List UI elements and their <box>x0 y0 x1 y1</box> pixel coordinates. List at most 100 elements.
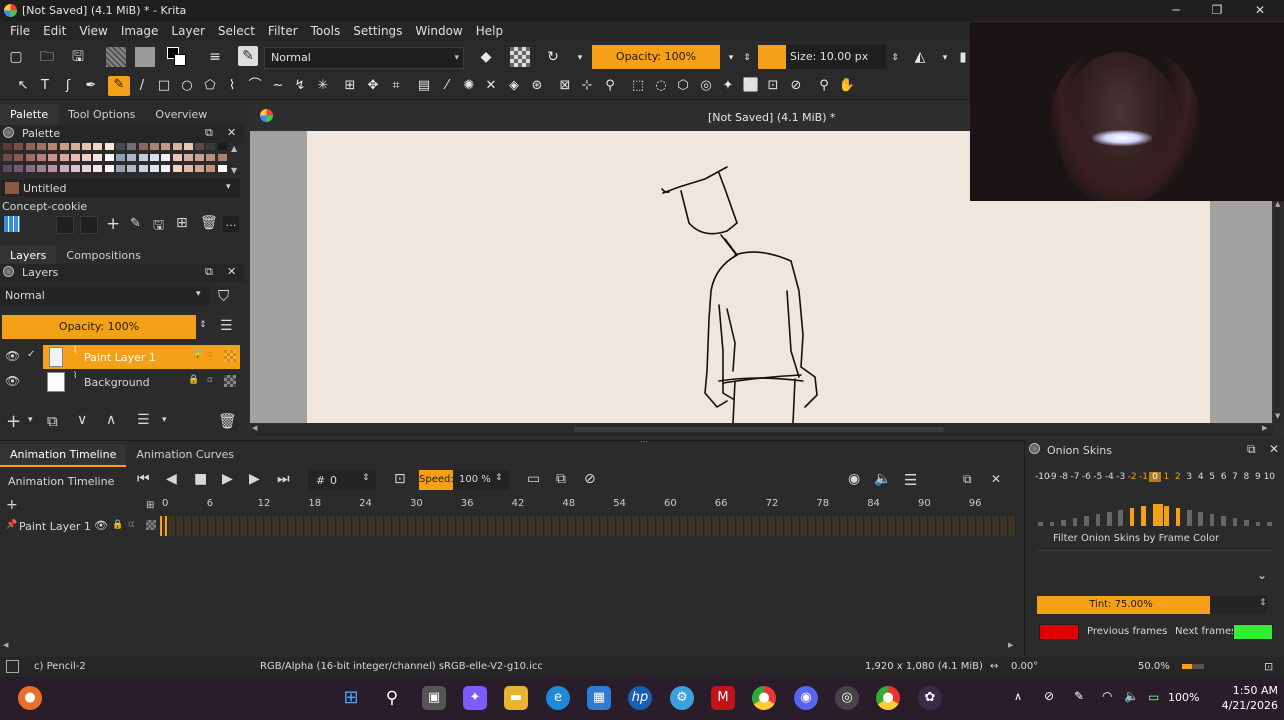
palette-swatch[interactable] <box>149 165 159 172</box>
menu-view[interactable]: View <box>79 24 107 38</box>
alpha-lock-icon[interactable]: α <box>207 350 213 360</box>
first-frame-icon[interactable]: ⏮ <box>137 471 150 487</box>
discord-icon[interactable]: ◉ <box>794 686 818 710</box>
layer-name[interactable]: Paint Layer 1 <box>84 351 156 364</box>
transform-tool-icon[interactable]: ⊞ <box>341 77 359 95</box>
onion-frame-number[interactable]: 4 <box>1195 472 1206 482</box>
chevron-up-icon[interactable]: ∧ <box>1014 690 1022 703</box>
onion-opacity-bars[interactable] <box>1035 498 1275 526</box>
palette-swatch[interactable] <box>14 154 24 161</box>
zoom-value[interactable]: 50.0% <box>1138 661 1170 672</box>
blend-mode-select[interactable]: Normal ▾ <box>264 47 464 69</box>
palette-swatch[interactable] <box>36 165 46 172</box>
onion-opacity-bar[interactable] <box>1049 522 1055 526</box>
palette-swatch[interactable] <box>172 154 182 161</box>
spin-arrows-icon[interactable]: ⇕ <box>362 473 370 483</box>
onion-frame-number[interactable]: 7 <box>1229 472 1240 482</box>
palette-swatches[interactable] <box>3 143 229 177</box>
tab-compositions[interactable]: Compositions <box>56 245 150 266</box>
multibrush-icon[interactable]: ✳ <box>314 77 332 95</box>
palette-swatch[interactable] <box>3 143 12 150</box>
chevron-down-icon[interactable]: ▾ <box>162 415 167 425</box>
palette-swatch[interactable] <box>206 154 216 161</box>
palette-swatch[interactable] <box>104 154 114 161</box>
close-dock-icon[interactable]: ✕ <box>227 265 236 278</box>
canvas-only-icon[interactable]: ⊡ <box>1264 660 1273 673</box>
pan-tool-icon[interactable]: ✋ <box>838 77 856 95</box>
color-picker-icon[interactable]: ⁄ <box>438 77 456 95</box>
onion-opacity-bar[interactable] <box>1118 510 1123 526</box>
onion-frame-number[interactable]: -7 <box>1069 472 1080 482</box>
chevron-down-icon[interactable]: ▾ <box>196 289 201 299</box>
fg-bg-color-icon[interactable] <box>167 47 187 67</box>
rotation-value[interactable]: 0.00° <box>1011 661 1038 672</box>
close-dock-icon[interactable]: ✕ <box>227 126 236 139</box>
palette-swatch[interactable] <box>183 154 193 161</box>
palette-swatch[interactable] <box>3 165 12 172</box>
onion-opacity-bar[interactable] <box>1175 508 1181 526</box>
palette-grid-icon[interactable] <box>4 216 20 232</box>
delete-layer-icon[interactable]: 🗑 <box>218 412 237 430</box>
onion-opacity-bar[interactable] <box>1095 514 1101 526</box>
tab-animation-timeline[interactable]: Animation Timeline <box>0 444 127 467</box>
onion-skin-toggle-icon[interactable]: ⧉ <box>556 471 566 487</box>
vertical-scrollbar[interactable]: ▲ ▼ <box>1274 200 1284 424</box>
add-swatch-icon[interactable]: + <box>106 214 120 234</box>
save-palette-icon[interactable]: 🖫 <box>153 216 164 238</box>
text-tool-icon[interactable]: T <box>36 77 54 95</box>
volume-icon[interactable]: 🔈 <box>1124 689 1139 703</box>
palette-swatch[interactable] <box>70 165 80 172</box>
palette-swatch[interactable] <box>195 143 205 150</box>
zoom-slider[interactable] <box>1182 664 1204 669</box>
onion-opacity-bar[interactable] <box>1164 506 1169 526</box>
palette-swatch[interactable] <box>116 154 125 161</box>
mirror-horizontal-icon[interactable]: ◭ <box>910 47 930 67</box>
palette-swatch[interactable] <box>217 143 227 150</box>
layer-properties-icon[interactable]: ☰ <box>137 412 150 428</box>
fill-tool-icon[interactable]: ◈ <box>505 77 523 95</box>
layer-row[interactable]: 👁 ⌇ Background 🔒 α <box>0 370 240 394</box>
ellipse-tool-icon[interactable]: ○ <box>178 77 196 95</box>
current-frame-indicator[interactable] <box>160 516 167 536</box>
menu-select[interactable]: Select <box>218 24 255 38</box>
stop-icon[interactable]: ■ <box>194 471 207 487</box>
calligraphy-icon[interactable]: ✒ <box>82 77 100 95</box>
palette-swatch[interactable] <box>116 143 125 150</box>
polyline-tool-icon[interactable]: ⌇ <box>223 77 241 95</box>
onion-frame-number[interactable]: 2 <box>1172 472 1183 482</box>
float-dock-icon[interactable]: ⧉ <box>205 265 213 279</box>
layer-blend-mode-select[interactable]: Normal ▾ <box>0 286 210 306</box>
crop-tool-icon[interactable]: ⌗ <box>387 77 405 95</box>
audio-wave-icon[interactable]: ◉ <box>848 471 860 487</box>
scroll-right-icon[interactable]: ▶ <box>1008 641 1013 649</box>
ellipse-select-icon[interactable]: ◌ <box>652 77 670 95</box>
chrome-profile-icon[interactable]: ● <box>876 686 900 710</box>
palette-swatch[interactable] <box>127 154 137 161</box>
float-dock-icon[interactable]: ⧉ <box>1247 442 1256 457</box>
visibility-eye-icon[interactable]: 👁 <box>94 519 108 532</box>
tab-tool-options[interactable]: Tool Options <box>58 104 145 125</box>
frame-view-icon[interactable]: ▭ <box>527 471 540 487</box>
magnetic-select-icon[interactable]: ⊘ <box>787 77 805 95</box>
save-icon[interactable]: 🖫 <box>68 47 88 67</box>
color-space-label[interactable]: RGB/Alpha (16-bit integer/channel) sRGB-… <box>260 661 543 672</box>
gradient-tool-icon[interactable]: ▤ <box>415 77 433 95</box>
palette-swatch[interactable] <box>217 154 227 161</box>
search-icon[interactable]: ⚲ <box>380 686 404 710</box>
onion-frame-number[interactable]: -4 <box>1104 472 1115 482</box>
onion-opacity-bar[interactable] <box>1209 514 1215 526</box>
menu-image[interactable]: Image <box>121 24 159 38</box>
menu-filter[interactable]: Filter <box>268 24 298 38</box>
alpha-lock-icon[interactable]: α <box>128 519 135 530</box>
palette-swatch[interactable] <box>48 143 58 150</box>
menu-file[interactable]: File <box>10 24 30 38</box>
reload-icon[interactable]: ↻ <box>543 47 563 67</box>
scroll-up-icon[interactable]: ▲ <box>231 144 237 153</box>
onion-frame-number[interactable]: 8 <box>1241 472 1252 482</box>
previous-frame-icon[interactable]: ◀ <box>166 471 177 487</box>
pin-icon[interactable]: 📌 <box>6 520 17 530</box>
rectangle-tool-icon[interactable]: □ <box>155 77 173 95</box>
menu-icon[interactable]: ☰ <box>904 471 917 489</box>
onion-frame-number[interactable]: 10 <box>1264 472 1275 482</box>
tint-slider[interactable]: Tint: 75.00% ⇕ <box>1037 596 1267 614</box>
